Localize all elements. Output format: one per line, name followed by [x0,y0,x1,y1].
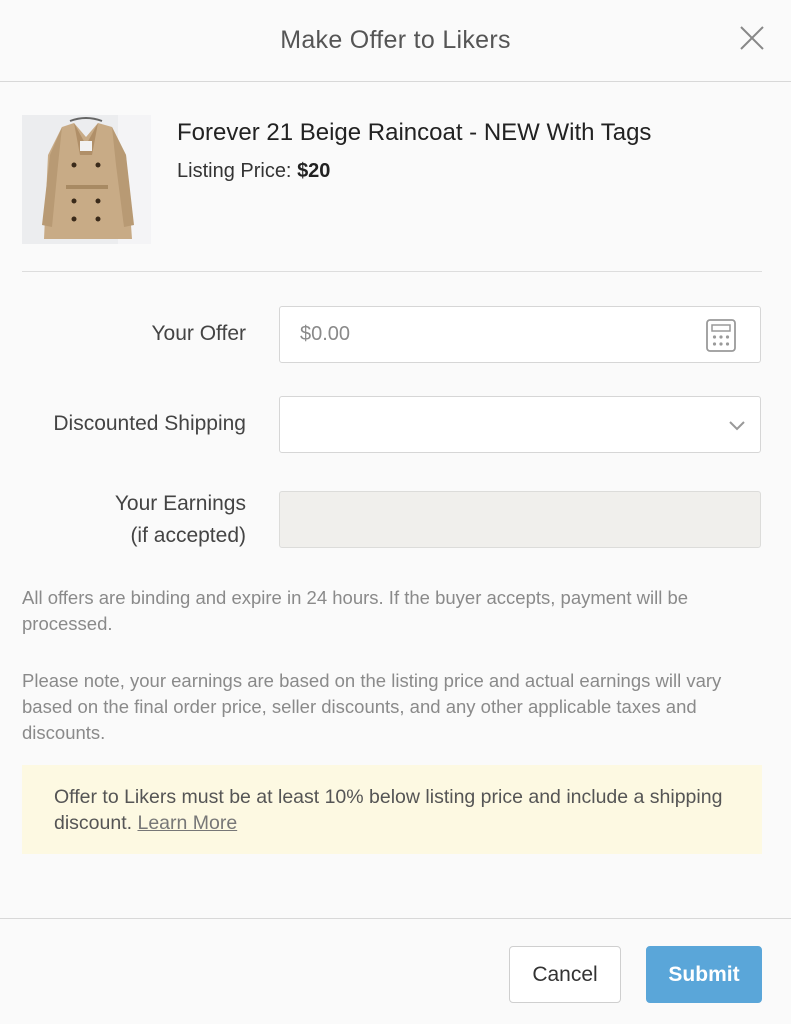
section-divider [22,271,762,272]
discounted-shipping-label: Discounted Shipping [53,412,246,435]
listing-thumbnail [22,115,151,244]
cancel-button[interactable]: Cancel [509,946,621,1003]
your-offer-label: Your Offer [151,322,246,345]
modal-header: Make Offer to Likers [0,0,791,82]
calculator-icon[interactable] [706,319,736,352]
submit-button[interactable]: Submit [646,946,762,1003]
footer-divider [0,918,791,919]
offer-input[interactable] [300,307,680,362]
earnings-label-line1: Your Earnings [114,492,246,515]
close-icon[interactable] [739,25,765,51]
chevron-down-icon[interactable] [727,417,747,433]
listing-price-label: Listing Price: [177,160,298,182]
binding-offer-note: All offers are binding and expire in 24 … [22,587,689,634]
your-earnings-field [279,491,761,548]
offer-requirement-banner: Offer to Likers must be at least 10% bel… [22,765,762,854]
listing-price: Listing Price: $20 [177,160,330,183]
earnings-label-line2: (if accepted) [130,524,246,547]
your-earnings-label: Your Earnings (if accepted) [115,488,246,552]
your-offer-field[interactable] [279,306,761,363]
listing-title: Forever 21 Beige Raincoat - NEW With Tag… [177,119,652,146]
discounted-shipping-select[interactable] [279,396,761,453]
listing-price-value: $20 [297,160,331,182]
earnings-disclaimer-note: Please note, your earnings are based on … [22,670,722,743]
learn-more-link[interactable]: Learn More [137,812,237,834]
modal-title: Make Offer to Likers [280,26,511,54]
raincoat-image [22,115,151,244]
make-offer-modal: Make Offer to Likers Forever 21 Beige Ra… [0,0,791,1024]
listing-summary: Forever 21 Beige Raincoat - NEW With Tag… [22,115,762,245]
